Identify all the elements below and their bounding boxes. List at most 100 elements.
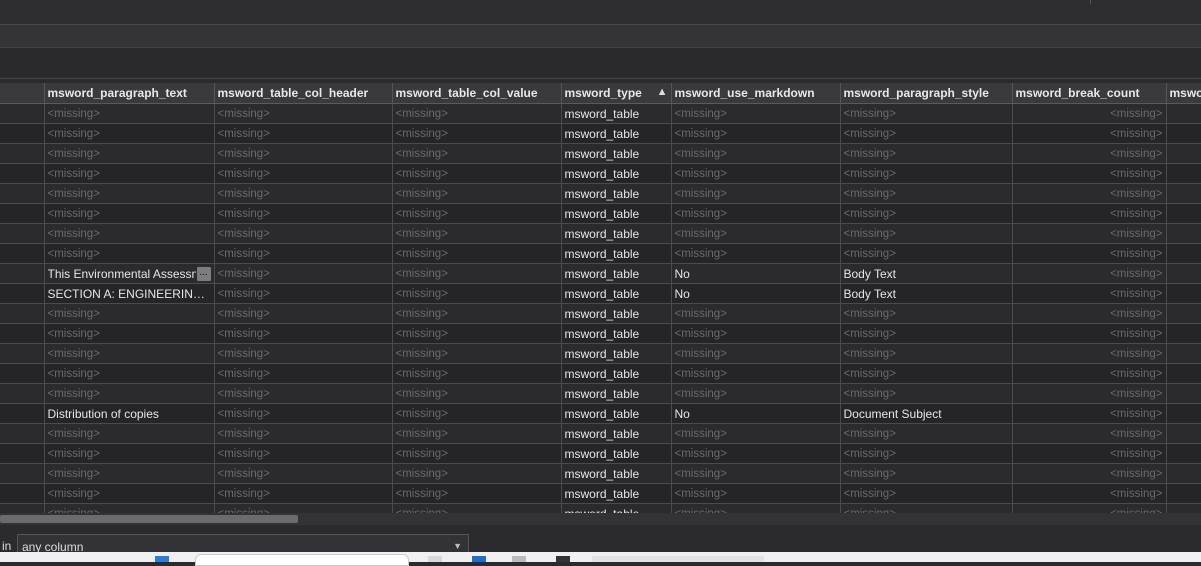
- table-col-value-cell[interactable]: <missing>: [392, 324, 561, 344]
- table-row[interactable]: <missing><missing><missing>msword_table<…: [0, 244, 1201, 264]
- break-count-cell[interactable]: <missing>: [1012, 144, 1166, 164]
- name-cell[interactable]: [0, 324, 44, 344]
- table-col-header-cell[interactable]: <missing>: [214, 324, 392, 344]
- use-markdown-cell[interactable]: <missing>: [671, 424, 840, 444]
- table-col-header-cell[interactable]: <missing>: [214, 124, 392, 144]
- break-count-cell[interactable]: <missing>: [1012, 244, 1166, 264]
- table-row[interactable]: <missing><missing><missing>msword_table<…: [0, 304, 1201, 324]
- name-cell[interactable]: [0, 504, 44, 514]
- use-markdown-cell[interactable]: No: [671, 264, 840, 284]
- type-cell[interactable]: msword_table: [561, 244, 671, 264]
- table-col-header-cell[interactable]: <missing>: [214, 244, 392, 264]
- table-col-value-cell[interactable]: <missing>: [392, 344, 561, 364]
- column-header-8[interactable]: mswo: [1166, 83, 1201, 104]
- overflow-cell[interactable]: [1166, 404, 1201, 424]
- use-markdown-cell[interactable]: <missing>: [671, 304, 840, 324]
- table-col-value-cell[interactable]: <missing>: [392, 384, 561, 404]
- table-row[interactable]: <missing><missing><missing>msword_table<…: [0, 104, 1201, 124]
- overflow-cell[interactable]: [1166, 384, 1201, 404]
- column-header-0[interactable]: me: [0, 83, 44, 104]
- table-col-value-cell[interactable]: <missing>: [392, 244, 561, 264]
- table-col-header-cell[interactable]: <missing>: [214, 104, 392, 124]
- paragraph-text-cell[interactable]: <missing>: [44, 484, 214, 504]
- table-col-value-cell[interactable]: <missing>: [392, 164, 561, 184]
- name-cell[interactable]: [0, 304, 44, 324]
- column-header-4[interactable]: msword_type▲: [561, 83, 671, 104]
- break-count-cell[interactable]: <missing>: [1012, 344, 1166, 364]
- name-cell[interactable]: [0, 184, 44, 204]
- table-col-header-cell[interactable]: <missing>: [214, 364, 392, 384]
- table-row[interactable]: <missing><missing><missing>msword_table<…: [0, 124, 1201, 144]
- overflow-cell[interactable]: [1166, 424, 1201, 444]
- sort-ascending-icon[interactable]: ▲: [657, 86, 668, 98]
- table-col-header-cell[interactable]: <missing>: [214, 284, 392, 304]
- table-col-value-cell[interactable]: <missing>: [392, 464, 561, 484]
- paragraph-style-cell[interactable]: Body Text: [840, 264, 1012, 284]
- paragraph-style-cell[interactable]: Document Subject: [840, 404, 1012, 424]
- paragraph-style-cell[interactable]: <missing>: [840, 304, 1012, 324]
- overflow-cell[interactable]: [1166, 444, 1201, 464]
- table-col-value-cell[interactable]: <missing>: [392, 224, 561, 244]
- name-cell[interactable]: [0, 244, 44, 264]
- paragraph-style-cell[interactable]: Body Text: [840, 284, 1012, 304]
- break-count-cell[interactable]: <missing>: [1012, 484, 1166, 504]
- type-cell[interactable]: msword_table: [561, 104, 671, 124]
- break-count-cell[interactable]: <missing>: [1012, 324, 1166, 344]
- paragraph-style-cell[interactable]: <missing>: [840, 344, 1012, 364]
- table-col-value-cell[interactable]: <missing>: [392, 484, 561, 504]
- type-cell[interactable]: msword_table: [561, 444, 671, 464]
- use-markdown-cell[interactable]: <missing>: [671, 464, 840, 484]
- paragraph-text-cell[interactable]: <missing>: [44, 444, 214, 464]
- table-col-header-cell[interactable]: <missing>: [214, 404, 392, 424]
- name-cell[interactable]: [0, 344, 44, 364]
- start-icon[interactable]: [155, 556, 169, 562]
- name-cell[interactable]: [0, 164, 44, 184]
- break-count-cell[interactable]: <missing>: [1012, 224, 1166, 244]
- name-cell[interactable]: [0, 484, 44, 504]
- table-col-header-cell[interactable]: <missing>: [214, 164, 392, 184]
- break-count-cell[interactable]: <missing>: [1012, 404, 1166, 424]
- paragraph-style-cell[interactable]: <missing>: [840, 324, 1012, 344]
- table-col-value-cell[interactable]: <missing>: [392, 364, 561, 384]
- table-col-value-cell[interactable]: <missing>: [392, 444, 561, 464]
- table-col-header-cell[interactable]: <missing>: [214, 184, 392, 204]
- paragraph-text-cell[interactable]: <missing>: [44, 204, 214, 224]
- type-cell[interactable]: msword_table: [561, 324, 671, 344]
- use-markdown-cell[interactable]: <missing>: [671, 224, 840, 244]
- break-count-cell[interactable]: <missing>: [1012, 464, 1166, 484]
- overflow-cell[interactable]: [1166, 244, 1201, 264]
- use-markdown-cell[interactable]: No: [671, 404, 840, 424]
- table-row[interactable]: <missing><missing><missing>msword_table<…: [0, 144, 1201, 164]
- column-header-5[interactable]: msword_use_markdown: [671, 83, 840, 104]
- table-row[interactable]: SECTION A: ENGINEERING IN...<missing><mi…: [0, 284, 1201, 304]
- use-markdown-cell[interactable]: No: [671, 284, 840, 304]
- name-cell[interactable]: [0, 464, 44, 484]
- break-count-cell[interactable]: <missing>: [1012, 164, 1166, 184]
- paragraph-text-cell[interactable]: <missing>: [44, 324, 214, 344]
- type-cell[interactable]: msword_table: [561, 384, 671, 404]
- table-row[interactable]: <missing><missing><missing>msword_table<…: [0, 184, 1201, 204]
- paragraph-text-cell[interactable]: <missing>: [44, 504, 214, 514]
- break-count-cell[interactable]: <missing>: [1012, 304, 1166, 324]
- paragraph-style-cell[interactable]: <missing>: [840, 484, 1012, 504]
- type-cell[interactable]: msword_table: [561, 184, 671, 204]
- table-col-value-cell[interactable]: <missing>: [392, 184, 561, 204]
- paragraph-text-cell[interactable]: <missing>: [44, 164, 214, 184]
- table-col-value-cell[interactable]: <missing>: [392, 304, 561, 324]
- paragraph-style-cell[interactable]: <missing>: [840, 104, 1012, 124]
- paragraph-style-cell[interactable]: <missing>: [840, 424, 1012, 444]
- use-markdown-cell[interactable]: <missing>: [671, 324, 840, 344]
- paragraph-text-cell[interactable]: <missing>: [44, 224, 214, 244]
- type-cell[interactable]: msword_table: [561, 364, 671, 384]
- table-col-value-cell[interactable]: <missing>: [392, 204, 561, 224]
- name-cell[interactable]: [0, 404, 44, 424]
- table-row[interactable]: This Environmental Assessm...<missing><m…: [0, 264, 1201, 284]
- paragraph-text-cell[interactable]: <missing>: [44, 384, 214, 404]
- name-cell[interactable]: [0, 284, 44, 304]
- use-markdown-cell[interactable]: <missing>: [671, 344, 840, 364]
- table-row[interactable]: <missing><missing><missing>msword_table<…: [0, 344, 1201, 364]
- name-cell[interactable]: [0, 144, 44, 164]
- type-cell[interactable]: msword_table: [561, 164, 671, 184]
- name-cell[interactable]: [0, 424, 44, 444]
- overflow-cell[interactable]: [1166, 124, 1201, 144]
